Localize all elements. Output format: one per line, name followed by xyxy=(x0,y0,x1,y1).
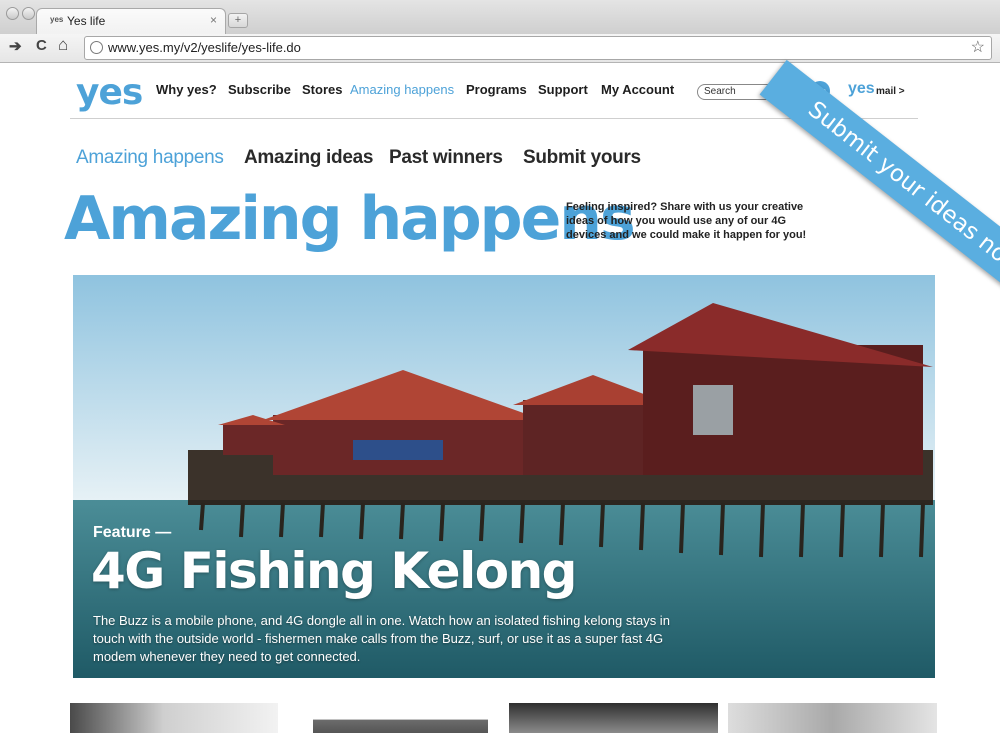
favicon-icon: yes xyxy=(50,15,64,24)
feature-label: Feature — xyxy=(93,524,172,541)
window-close-button[interactable] xyxy=(6,7,19,20)
feature-title[interactable]: 4G Fishing Kelong xyxy=(91,542,577,600)
tab-close-icon[interactable]: × xyxy=(210,13,217,27)
forward-icon[interactable]: ➔ xyxy=(9,37,22,55)
browser-tab-strip: yes Yes life × + xyxy=(0,0,1000,35)
home-icon[interactable]: ⌂ xyxy=(58,35,68,55)
reload-icon[interactable]: C xyxy=(36,37,47,54)
thumbnail-3[interactable] xyxy=(509,703,718,733)
bookmark-star-icon[interactable]: ☆ xyxy=(971,37,985,57)
subnav-submit-yours[interactable]: Submit yours xyxy=(523,147,641,169)
feature-banner[interactable]: Feature — 4G Fishing Kelong The Buzz is … xyxy=(73,275,935,678)
yesmail-logo[interactable]: yes xyxy=(848,80,875,98)
window-minimize-button[interactable] xyxy=(22,7,35,20)
nav-programs[interactable]: Programs xyxy=(466,82,527,97)
subnav-amazing-ideas[interactable]: Amazing ideas xyxy=(244,147,373,169)
globe-icon xyxy=(90,41,103,54)
nav-support[interactable]: Support xyxy=(538,82,588,97)
nav-amazing-happens[interactable]: Amazing happens xyxy=(350,82,454,97)
feature-description: The Buzz is a mobile phone, and 4G dongl… xyxy=(93,613,670,664)
new-tab-button[interactable]: + xyxy=(228,13,248,28)
browser-toolbar: ➔ C ⌂ www.yes.my/v2/yeslife/yes-life.do … xyxy=(0,34,1000,63)
yesmail-link[interactable]: mail > xyxy=(876,86,905,97)
thumbnail-2[interactable] xyxy=(313,703,488,733)
yes-logo[interactable]: yes xyxy=(76,72,143,113)
page-title: Amazing happens xyxy=(64,184,636,254)
url-text[interactable]: www.yes.my/v2/yeslife/yes-life.do xyxy=(108,40,301,55)
browser-tab[interactable]: yes Yes life × xyxy=(36,8,226,35)
subnav-past-winners[interactable]: Past winners xyxy=(389,147,503,169)
nav-subscribe[interactable]: Subscribe xyxy=(228,82,291,97)
nav-my-account[interactable]: My Account xyxy=(601,82,674,97)
subnav-amazing-happens[interactable]: Amazing happens xyxy=(76,147,224,169)
tab-title: Yes life xyxy=(67,14,106,28)
intro-text: Feeling inspired? Share with us your cre… xyxy=(566,201,807,241)
address-bar[interactable]: www.yes.my/v2/yeslife/yes-life.do ☆ xyxy=(84,36,992,60)
nav-stores[interactable]: Stores xyxy=(302,82,342,97)
thumbnail-1[interactable] xyxy=(70,703,278,733)
thumbnail-4[interactable] xyxy=(728,703,937,733)
nav-why-yes[interactable]: Why yes? xyxy=(156,82,217,97)
